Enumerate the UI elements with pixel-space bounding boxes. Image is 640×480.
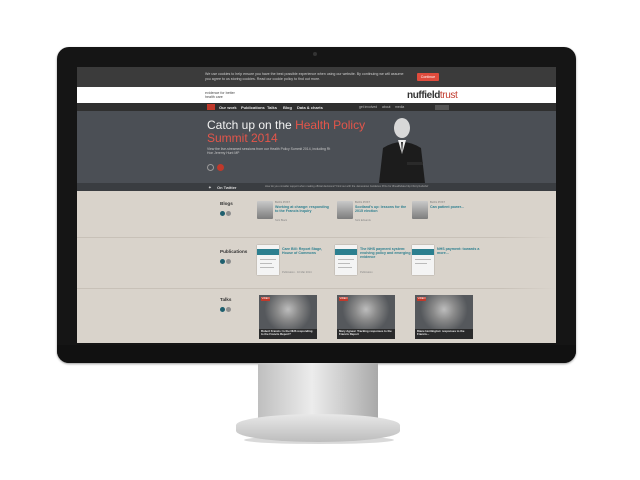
blog-card[interactable]: BLOG POST Scotland's up: lessons for the… <box>337 201 407 225</box>
slide-dot-2[interactable] <box>217 164 224 171</box>
publication-cover <box>335 245 357 275</box>
publication-cover <box>412 245 434 275</box>
talk-card[interactable]: VIDEO Diane Heritington: responses to th… <box>415 295 473 339</box>
talk-title[interactable]: Diane Heritington: responses to the Fran… <box>417 329 471 337</box>
talk-card[interactable]: VIDEO Robert Francis: Is the NHS respond… <box>259 295 317 339</box>
talk-card[interactable]: VIDEO Mary Agnew: Tracking responses to … <box>337 295 395 339</box>
search-input[interactable] <box>435 104 449 110</box>
webcam <box>313 52 317 56</box>
blog-title[interactable]: Working at change: responding to the Fra… <box>275 205 330 213</box>
video-badge: VIDEO <box>417 297 426 301</box>
home-icon[interactable] <box>207 104 215 110</box>
blog-kicker: BLOG POST <box>275 201 290 204</box>
monitor-frame: We use cookies to help ensure you have t… <box>57 47 576 363</box>
watermark: image by placeit <box>512 457 618 477</box>
nav-util-about[interactable]: about <box>382 105 391 109</box>
nav-item-our-work[interactable]: Our work <box>219 105 237 110</box>
video-badge: VIDEO <box>261 297 270 301</box>
nav-item-data-charts[interactable]: Data & charts <box>297 105 323 110</box>
blogs-carousel-toggle[interactable] <box>220 211 232 216</box>
blog-kicker: BLOG POST <box>430 201 445 204</box>
publication-cover <box>257 245 279 275</box>
twitter-icon: ✦ <box>208 184 212 190</box>
main-nav: Our work Publications Talks Blog Data & … <box>77 103 556 111</box>
monitor-stand-neck <box>258 363 378 418</box>
nav-util-media[interactable]: media <box>395 105 404 109</box>
logo-word-trust: trust <box>439 90 458 101</box>
site-tagline: evidence for better health care <box>205 91 235 100</box>
avatar <box>337 201 353 219</box>
twitter-latest-tweet[interactable]: How do you consider support when making … <box>265 185 495 188</box>
blog-kicker: BLOG POST <box>355 201 370 204</box>
speaker-photo <box>367 114 437 183</box>
screen: We use cookies to help ensure you have t… <box>77 67 556 343</box>
nav-item-publications[interactable]: Publications <box>241 105 265 110</box>
hero-subtitle: View the live-streamed sessions from our… <box>207 147 331 156</box>
hero-title: Catch up on the Health Policy Summit 201… <box>207 119 387 144</box>
section-divider <box>77 237 556 238</box>
watermark-brand: placeit <box>564 457 618 476</box>
logo-word-nuffield: nuffield <box>407 90 440 101</box>
blog-card[interactable]: BLOG POST Working at change: responding … <box>257 201 330 225</box>
publication-title[interactable]: Care Bill: Report Stage, House of Common… <box>282 247 334 255</box>
video-badge: VIDEO <box>339 297 348 301</box>
blog-author: Nick Black <box>275 219 288 222</box>
monitor-chin <box>57 345 576 363</box>
cookie-continue-button[interactable]: Continue <box>417 73 439 81</box>
publication-card[interactable]: NHS payment: towards a more... <box>412 245 487 285</box>
talks-section: Talks VIDEO Robert Francis: Is the NHS r… <box>77 289 556 343</box>
publication-card[interactable]: Care Bill: Report Stage, House of Common… <box>257 245 332 285</box>
blogs-label: Blogs <box>220 201 233 206</box>
talk-title[interactable]: Robert Francis: Is the NHS responding to… <box>261 329 315 337</box>
avatar <box>257 201 273 219</box>
publication-card[interactable]: The NHS payment system: evolving policy … <box>335 245 412 285</box>
watermark-prefix: image by <box>512 461 561 475</box>
publications-label: Publications <box>220 249 248 254</box>
avatar <box>412 201 428 219</box>
nav-item-talks[interactable]: Talks <box>267 105 277 110</box>
twitter-strip: ✦ On Twitter How do you consider support… <box>77 183 556 191</box>
twitter-label: On Twitter <box>217 184 237 190</box>
carousel-fade <box>502 191 556 343</box>
cookie-banner: We use cookies to help ensure you have t… <box>77 67 556 87</box>
publication-title[interactable]: The NHS payment system: evolving policy … <box>360 247 412 260</box>
site-header: evidence for better health care nuffield… <box>77 87 556 103</box>
talks-label: Talks <box>220 297 232 302</box>
nav-item-blog[interactable]: Blog <box>283 105 292 110</box>
publication-meta: Publication · 10 Mar 2014 <box>282 271 312 274</box>
publications-section: Publications Care Bill: Report Stage, Ho… <box>77 239 556 287</box>
blog-card[interactable]: BLOG POST Can patient power... <box>412 201 482 225</box>
blog-title[interactable]: Can patient power... <box>430 205 485 209</box>
site-logo[interactable]: nuffieldtrust <box>407 90 458 101</box>
publication-title[interactable]: NHS payment: towards a more... <box>437 247 489 255</box>
publication-meta: Publication <box>360 271 373 274</box>
blogs-section: Blogs BLOG POST Working at change: respo… <box>77 191 556 239</box>
hero-banner[interactable]: Catch up on the Health Policy Summit 201… <box>77 111 556 183</box>
cookie-text: We use cookies to help ensure you have t… <box>205 72 404 81</box>
blog-title[interactable]: Scotland's up: lessons for the 2015 elec… <box>355 205 410 213</box>
slide-dot-1[interactable] <box>207 164 214 171</box>
publications-carousel-toggle[interactable] <box>220 259 232 264</box>
nav-util-get-involved[interactable]: get involved <box>359 105 377 109</box>
talk-title[interactable]: Mary Agnew: Tracking responses to the Fr… <box>339 329 393 337</box>
talks-carousel-toggle[interactable] <box>220 307 232 312</box>
blog-author: Nick Edwards <box>355 219 371 222</box>
monitor-stand-base <box>236 414 400 442</box>
